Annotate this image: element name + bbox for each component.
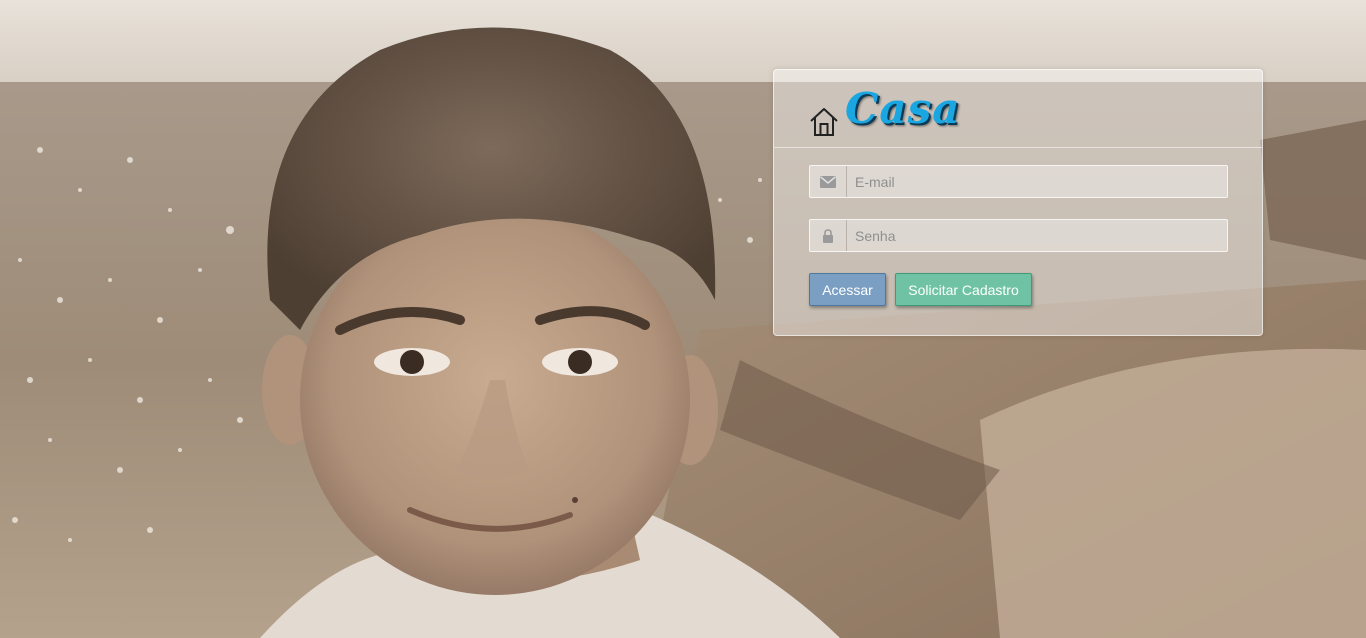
password-field (809, 219, 1228, 252)
home-icon (808, 106, 840, 138)
email-field (809, 165, 1228, 198)
envelope-icon (810, 166, 847, 197)
brand-title: Casa (845, 84, 961, 133)
password-input[interactable] (847, 220, 1225, 251)
email-input[interactable] (847, 166, 1225, 197)
panel-header: Casa (774, 70, 1262, 148)
lock-icon (810, 220, 847, 251)
login-panel: Casa Acessar Solicitar Cadastro (773, 69, 1263, 336)
submit-button[interactable]: Acessar (809, 273, 886, 306)
register-button[interactable]: Solicitar Cadastro (895, 273, 1032, 306)
